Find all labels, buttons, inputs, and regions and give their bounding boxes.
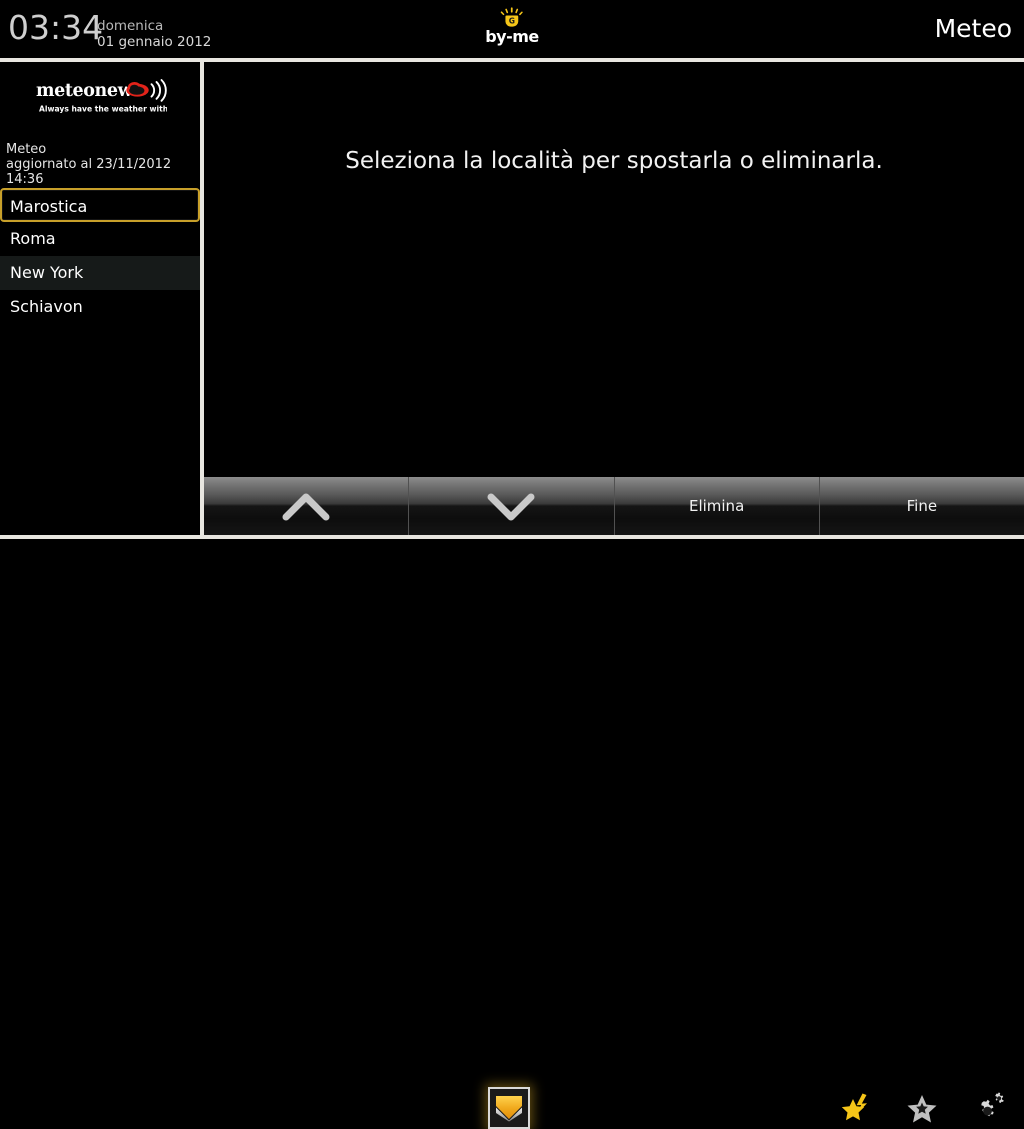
page-title: Meteo: [934, 14, 1012, 43]
settings-gears-icon: [981, 1092, 1004, 1117]
done-button[interactable]: Fine: [819, 477, 1024, 535]
home-button[interactable]: [488, 1087, 530, 1129]
bottom-nav-bar: [0, 539, 1024, 1129]
day-name: domenica: [97, 18, 164, 34]
scenario-button[interactable]: [836, 1087, 878, 1129]
list-item[interactable]: Schiavon: [0, 290, 200, 324]
delete-button[interactable]: Elimina: [614, 477, 820, 535]
done-button-label: Fine: [906, 497, 938, 515]
date-block: domenica 01 gennaio 2012: [97, 18, 211, 50]
location-label: New York: [10, 263, 84, 282]
meteonews-cloud-signal-icon: meteonews Always have the weather with y…: [36, 79, 167, 114]
favorites-button[interactable]: [901, 1087, 943, 1129]
section-label: Meteo: [6, 142, 47, 157]
list-item[interactable]: Marostica: [0, 188, 200, 222]
clock: 03:34: [8, 8, 104, 47]
sidebar: meteonews Always have the weather with y…: [0, 62, 200, 535]
date-text: 01 gennaio 2012: [97, 34, 212, 50]
status-bar: 03:34 domenica 01 gennaio 2012 G by-me M…: [0, 0, 1024, 58]
settings-button[interactable]: [966, 1087, 1008, 1129]
last-updated-text: aggiornato al 23/11/2012 14:36: [6, 157, 172, 187]
main-content: Seleziona la località per spostarla o el…: [204, 62, 1024, 475]
scenario-star-bolt-icon: [841, 1093, 867, 1121]
location-label: Schiavon: [10, 297, 83, 316]
chevron-down-icon: [487, 493, 535, 521]
last-updated-block: Meteo aggiornato al 23/11/2012 14:36: [6, 142, 200, 187]
svg-text:Always have the weather with y: Always have the weather with you.: [39, 105, 167, 114]
list-item[interactable]: New York: [0, 256, 200, 290]
instruction-message: Seleziona la località per spostarla o el…: [345, 148, 883, 174]
provider-logo-block: meteonews Always have the weather with y…: [0, 62, 200, 122]
favorites-star-icon: [907, 1095, 937, 1123]
move-up-button[interactable]: [204, 477, 410, 535]
chevron-up-icon: [282, 493, 330, 521]
byme-wordmark: by-me: [485, 27, 539, 46]
byme-logo: G by-me: [478, 6, 546, 54]
list-item[interactable]: Roma: [0, 222, 200, 256]
sun-hand-icon: G: [500, 7, 523, 27]
home-down-arrow-icon: [496, 1096, 522, 1122]
quick-nav-icons: [826, 1087, 1016, 1129]
delete-button-label: Elimina: [688, 497, 745, 515]
action-toolbar: Elimina Fine: [204, 477, 1024, 535]
svg-text:G: G: [509, 17, 515, 26]
move-down-button[interactable]: [409, 477, 615, 535]
location-label: Roma: [10, 229, 56, 248]
svg-text:meteonews: meteonews: [36, 81, 142, 101]
location-label: Marostica: [10, 197, 88, 216]
location-list: Marostica Roma New York Schiavon: [0, 188, 200, 324]
